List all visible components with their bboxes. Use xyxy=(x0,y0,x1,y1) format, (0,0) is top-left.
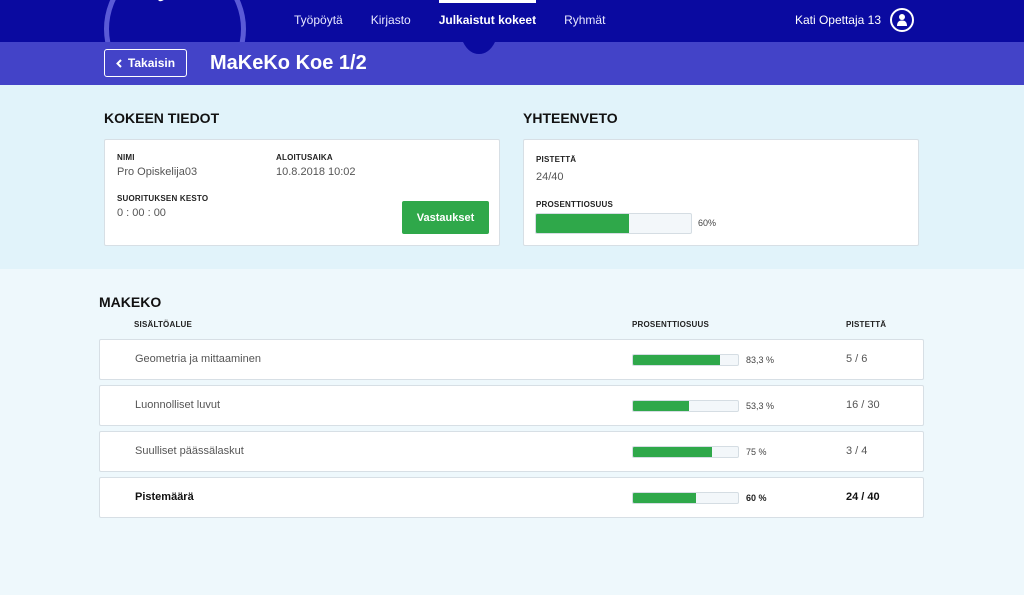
summary-percent-text: 60% xyxy=(698,218,717,228)
summary-title: YHTEENVETO xyxy=(523,110,618,126)
nav-item-julkaistut-kokeet[interactable]: Julkaistut kokeet xyxy=(425,0,550,42)
row-progress-fill xyxy=(633,447,712,457)
column-header-percent: PROSENTTIOSUUS xyxy=(632,320,710,329)
user-name: Kati Opettaja 13 xyxy=(794,13,881,27)
person-icon xyxy=(897,14,907,26)
student-name-label: NIMI xyxy=(117,153,135,162)
main-nav: Työpöytä Kirjasto Julkaistut kokeet Ryhm… xyxy=(280,0,619,42)
row-percent: 75 % xyxy=(746,447,767,457)
total-label: Pistemäärä xyxy=(135,491,194,503)
table-row: Geometria ja mittaaminen 83,3 % 5 / 6 xyxy=(99,339,924,380)
answers-button[interactable]: Vastaukset xyxy=(402,201,489,234)
content-area-name: Geometria ja mittaaminen xyxy=(135,353,261,365)
column-header-area: SISÄLTÖALUE xyxy=(134,320,193,329)
row-progress-fill xyxy=(633,355,721,365)
table-row: Luonnolliset luvut 53,3 % 16 / 30 xyxy=(99,385,924,426)
nav-item-ryhmat[interactable]: Ryhmät xyxy=(550,0,619,42)
nav-item-kirjasto[interactable]: Kirjasto xyxy=(357,0,425,42)
start-time-value: 10.8.2018 10:02 xyxy=(276,166,356,178)
duration-value: 0 : 00 : 00 xyxy=(117,207,166,219)
chevron-left-icon xyxy=(116,58,122,68)
results-title: MAKEKO xyxy=(99,294,162,310)
row-points: 16 / 30 xyxy=(846,399,880,411)
summary-progress-bar xyxy=(535,213,692,234)
user-avatar-icon[interactable] xyxy=(890,8,914,32)
duration-label: SUORITUKSEN KESTO xyxy=(117,194,209,203)
top-navigation: Työpöytä Kirjasto Julkaistut kokeet Ryhm… xyxy=(0,0,1024,42)
total-percent: 60 % xyxy=(746,493,767,503)
row-percent: 53,3 % xyxy=(746,401,775,411)
user-menu[interactable]: Kati Opettaja 13 xyxy=(795,8,914,32)
content-area-name: Suulliset päässälaskut xyxy=(135,445,244,457)
exam-details-card: NIMI Pro Opiskelija03 ALOITUSAIKA 10.8.2… xyxy=(104,139,500,246)
summary-card: PISTETTÄ 24/40 PROSENTTIOSUUS 60% xyxy=(523,139,919,246)
row-points: 5 / 6 xyxy=(846,353,868,365)
row-progress-fill xyxy=(633,401,689,411)
summary-percent-label: PROSENTTIOSUUS xyxy=(536,200,614,209)
row-points: 3 / 4 xyxy=(846,445,868,457)
active-nav-indicator xyxy=(463,42,495,54)
start-time-label: ALOITUSAIKA xyxy=(276,153,333,162)
back-button-label: Takaisin xyxy=(127,56,176,70)
student-name-value: Pro Opiskelija03 xyxy=(117,166,198,178)
summary-points-label: PISTETTÄ xyxy=(536,155,577,164)
total-progress-fill xyxy=(633,493,696,503)
nav-item-tyopoyta[interactable]: Työpöytä xyxy=(280,0,357,42)
row-progress-bar xyxy=(632,400,739,412)
row-progress-bar xyxy=(632,446,739,458)
app-logo[interactable] xyxy=(104,0,246,42)
total-points: 24 / 40 xyxy=(846,491,880,503)
column-header-points: PISTETTÄ xyxy=(846,320,887,329)
total-progress-bar xyxy=(632,492,739,504)
row-percent: 83,3 % xyxy=(746,355,775,365)
summary-progress-fill xyxy=(536,214,629,233)
summary-points-value: 24/40 xyxy=(536,171,564,183)
page-title: MaKeKo Koe 1/2 xyxy=(210,52,367,74)
exam-details-title: KOKEEN TIEDOT xyxy=(104,110,220,126)
back-button[interactable]: Takaisin xyxy=(104,49,187,77)
row-progress-bar xyxy=(632,354,739,366)
flower-logo-icon xyxy=(157,0,193,2)
total-row: Pistemäärä 60 % 24 / 40 xyxy=(99,477,924,518)
content-area-name: Luonnolliset luvut xyxy=(135,399,221,411)
table-row: Suulliset päässälaskut 75 % 3 / 4 xyxy=(99,431,924,472)
